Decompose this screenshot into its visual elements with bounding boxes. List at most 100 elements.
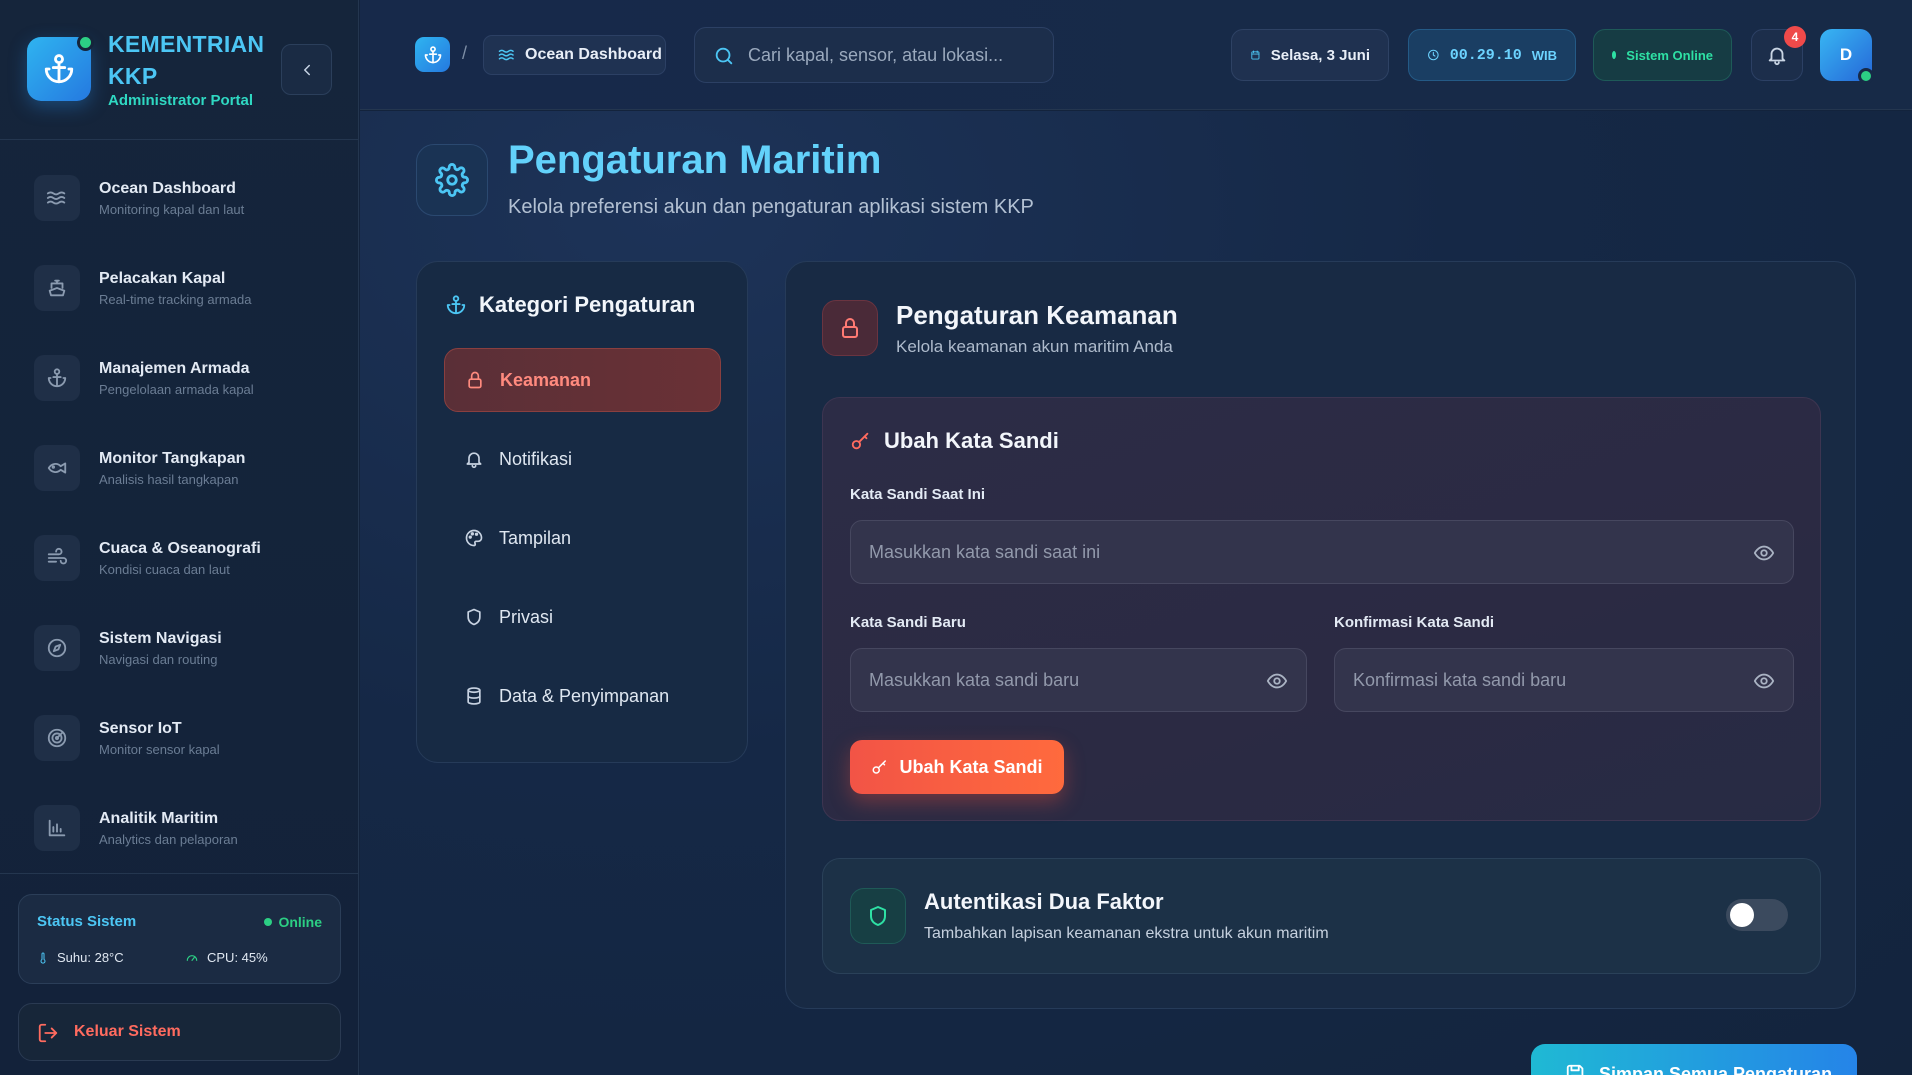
sidebar-item-label: Monitor Tangkapan <box>99 450 246 467</box>
category-panel-title-text: Kategori Pengaturan <box>479 292 696 317</box>
bell-icon <box>1768 47 1786 66</box>
gauge-icon <box>186 954 198 961</box>
sidebar-item-label: Analitik Maritim <box>99 810 219 827</box>
bar-chart-icon <box>34 805 80 851</box>
confirm-password-input[interactable] <box>1353 649 1741 711</box>
anchor-icon <box>446 295 466 315</box>
fish-icon <box>34 445 80 491</box>
avatar-online-dot <box>1858 68 1874 84</box>
status-badge: Online <box>264 914 322 930</box>
brand-status-dot <box>77 34 94 51</box>
category-notifikasi[interactable]: Notifikasi <box>444 427 721 491</box>
new-password-input[interactable] <box>869 649 1254 711</box>
radar-icon <box>34 715 80 761</box>
lock-icon <box>468 371 482 389</box>
change-password-card: Ubah Kata Sandi Kata Sandi Saat Ini Kata… <box>822 397 1821 821</box>
calendar-icon <box>1251 50 1260 60</box>
two-factor-card: Autentikasi Dua Faktor Tambahkan lapisan… <box>822 858 1821 974</box>
confirm-password-field <box>1334 648 1794 712</box>
sidebar-item-manajemen-armada[interactable]: Manajemen Armada Pengelolaan armada kapa… <box>34 348 334 408</box>
sidebar-item-monitor-tangkapan[interactable]: Monitor Tangkapan Analisis hasil tangkap… <box>34 438 334 498</box>
gear-icon <box>416 144 488 216</box>
date-text: Selasa, 3 Juni <box>1270 46 1370 64</box>
confirm-password-label: Konfirmasi Kata Sandi <box>1334 614 1495 631</box>
anchor-icon <box>34 355 80 401</box>
category-keamanan[interactable]: Keamanan <box>444 348 721 412</box>
change-password-button[interactable]: Ubah Kata Sandi <box>850 740 1064 794</box>
security-settings-panel: Pengaturan Keamanan Kelola keamanan akun… <box>785 261 1856 1009</box>
sidebar-item-desc: Kondisi cuaca dan laut <box>99 562 230 577</box>
online-dot-icon <box>264 918 273 926</box>
sidebar-item-desc: Real-time tracking armada <box>99 292 252 307</box>
sidebar-item-desc: Monitoring kapal dan laut <box>99 202 245 217</box>
brand-header: KEMENTRIAN KKP Administrator Portal <box>0 0 359 140</box>
category-label: Notifikasi <box>499 448 573 469</box>
logout-button[interactable]: Keluar Sistem <box>18 1003 341 1061</box>
category-tampilan[interactable]: Tampilan <box>444 506 721 570</box>
key-icon <box>851 432 869 450</box>
sidebar-item-ocean-dashboard[interactable]: Ocean Dashboard Monitoring kapal dan lau… <box>34 168 334 228</box>
home-anchor-button[interactable] <box>415 37 450 72</box>
eye-icon[interactable] <box>1266 670 1288 692</box>
sidebar-item-label: Pelacakan Kapal <box>99 270 226 287</box>
cpu-value: CPU: 45% <box>207 950 268 965</box>
eye-icon[interactable] <box>1753 542 1775 564</box>
sidebar-item-sensor-iot[interactable]: Sensor IoT Monitor sensor kapal <box>34 708 334 768</box>
page-subtitle: Kelola preferensi akun dan pengaturan ap… <box>508 196 1034 218</box>
sidebar-item-label: Cuaca & Oseanografi <box>99 540 261 557</box>
category-data-penyimpanan[interactable]: Data & Penyimpanan <box>444 664 721 728</box>
category-label: Data & Penyimpanan <box>499 685 670 706</box>
sidebar-item-label: Ocean Dashboard <box>99 180 236 197</box>
security-subtitle: Kelola keamanan akun maritim Anda <box>896 337 1173 356</box>
sidebar-item-desc: Pengelolaan armada kapal <box>99 382 254 397</box>
sidebar: KEMENTRIAN KKP Administrator Portal Ocea… <box>0 0 359 1075</box>
collapse-sidebar-button[interactable] <box>281 44 332 95</box>
brand-title: KEMENTRIAN KKP <box>108 31 265 89</box>
toggle-knob <box>1730 903 1754 927</box>
sidebar-item-pelacakan-kapal[interactable]: Pelacakan Kapal Real-time tracking armad… <box>34 258 334 318</box>
change-password-title-text: Ubah Kata Sandi <box>884 428 1059 453</box>
database-icon <box>467 687 481 705</box>
clock-display: 00.29.10 WIB <box>1408 29 1576 81</box>
eye-icon[interactable] <box>1753 670 1775 692</box>
sidebar-item-sistem-navigasi[interactable]: Sistem Navigasi Navigasi dan routing <box>34 618 334 678</box>
search-input[interactable] <box>748 28 1043 82</box>
two-factor-subtitle: Tambahkan lapisan keamanan ekstra untuk … <box>924 925 1329 942</box>
logout-icon <box>38 1023 58 1043</box>
palette-icon <box>465 529 483 547</box>
sidebar-item-label: Sistem Navigasi <box>99 630 222 647</box>
thermometer-icon <box>40 952 46 964</box>
two-factor-toggle[interactable] <box>1726 899 1788 931</box>
sidebar-item-cuaca-oseanografi[interactable]: Cuaca & Oseanografi Kondisi cuaca dan la… <box>34 528 334 588</box>
category-privasi[interactable]: Privasi <box>444 585 721 649</box>
system-online-badge: Sistem Online <box>1593 29 1732 81</box>
security-title: Pengaturan Keamanan <box>896 300 1178 330</box>
category-panel-title: Kategori Pengaturan <box>445 292 695 318</box>
waves-icon <box>498 49 514 61</box>
lock-icon <box>822 300 878 356</box>
status-title: Status Sistem <box>37 913 137 930</box>
save-all-settings-label: Simpan Semua Pengaturan <box>1599 1063 1833 1075</box>
two-factor-title: Autentikasi Dua Faktor <box>924 889 1164 914</box>
key-icon <box>872 760 887 774</box>
sidebar-divider <box>0 873 359 874</box>
main-content: Pengaturan Maritim Kelola preferensi aku… <box>360 111 1912 1075</box>
cpu-stat: CPU: 45% <box>185 950 268 965</box>
change-password-title: Ubah Kata Sandi <box>850 428 1059 454</box>
brand-subtitle: Administrator Portal <box>108 92 254 109</box>
chevron-left-icon <box>303 64 310 75</box>
save-icon <box>1566 1064 1584 1075</box>
temperature-stat: Suhu: 28°C <box>37 950 124 965</box>
sidebar-item-analitik-maritim[interactable]: Analitik Maritim Analytics dan pelaporan <box>34 798 334 858</box>
system-status-card: Status Sistem Online Suhu: 28°C CPU: 45% <box>18 894 341 984</box>
current-password-input[interactable] <box>869 521 1741 583</box>
clock-icon <box>1428 49 1439 61</box>
current-password-field <box>850 520 1794 584</box>
waves-icon <box>34 175 80 221</box>
category-label: Tampilan <box>499 527 572 548</box>
breadcrumb-ocean-dashboard[interactable]: Ocean Dashboard <box>483 35 666 75</box>
save-all-settings-button[interactable]: Simpan Semua Pengaturan <box>1531 1044 1857 1075</box>
notification-count-badge: 4 <box>1784 26 1806 48</box>
search-box <box>694 27 1054 83</box>
page-title: Pengaturan Maritim <box>508 138 882 182</box>
